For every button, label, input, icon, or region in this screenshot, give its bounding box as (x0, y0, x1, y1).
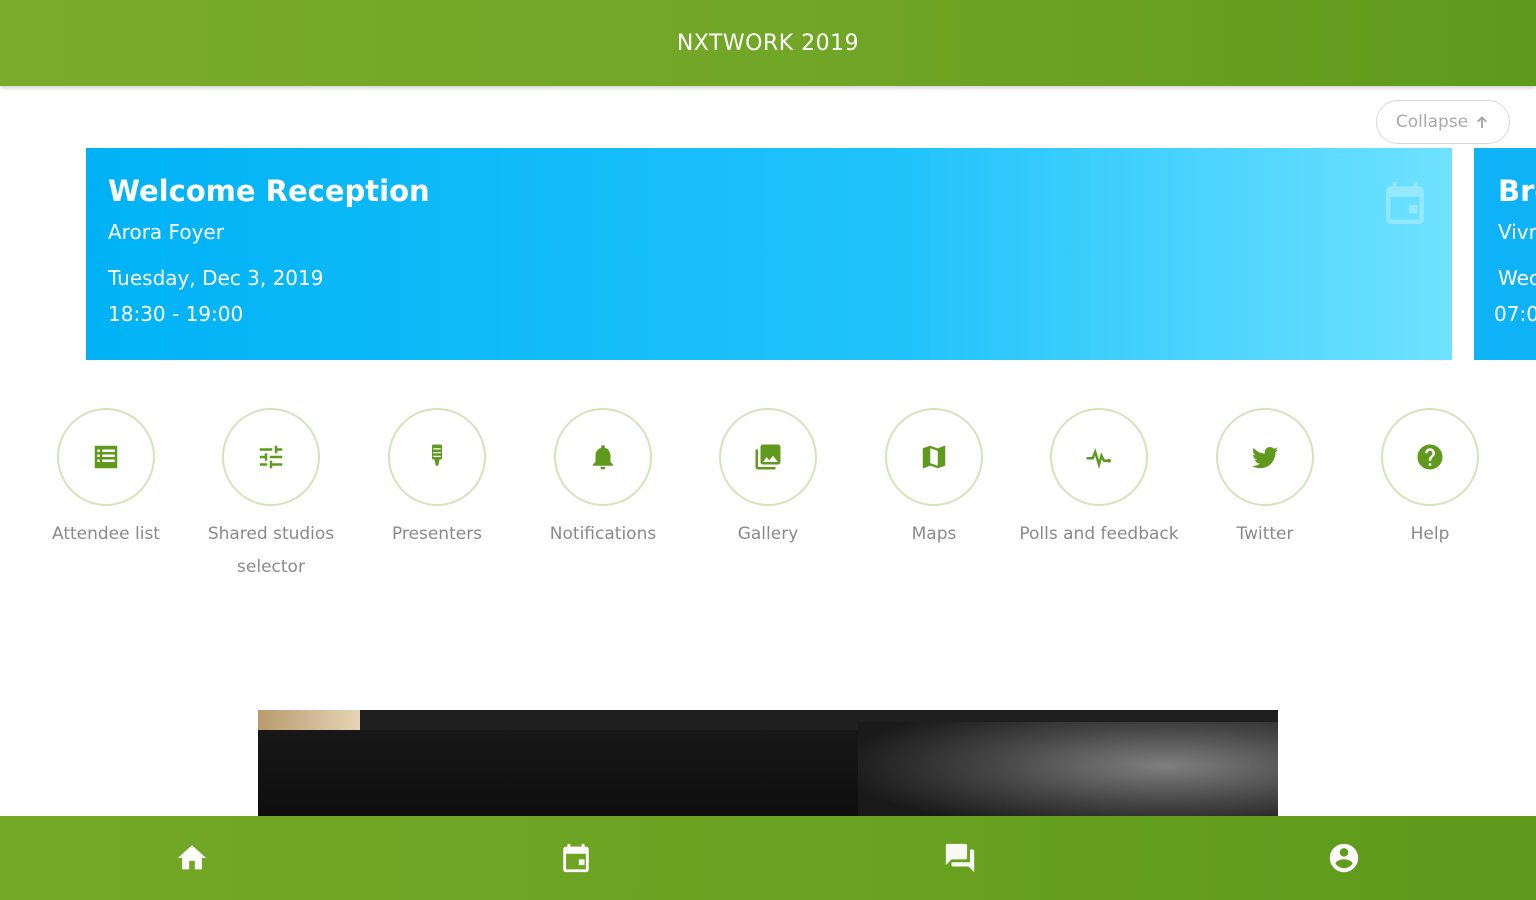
chat-icon (945, 843, 975, 873)
shortcut-circle (222, 408, 320, 506)
shortcut-gallery[interactable]: Gallery (685, 408, 851, 551)
nav-schedule[interactable] (384, 816, 768, 900)
shortcut-circle (1381, 408, 1479, 506)
event-location: Arora Foyer (108, 220, 224, 244)
help-icon (1417, 444, 1443, 470)
shortcut-twitter[interactable]: Twitter (1182, 408, 1348, 551)
event-location: Vivr (1498, 220, 1536, 244)
shortcut-label: Twitter (1236, 524, 1294, 544)
shortcut-attendee-list[interactable]: Attendee list (23, 408, 189, 551)
photo-light-area (258, 710, 360, 730)
event-title: Bre (1498, 174, 1536, 208)
bell-icon (593, 445, 613, 470)
shortcut-presenters[interactable]: Presenters (354, 408, 520, 551)
twitter-icon (1251, 447, 1279, 469)
home-icon (177, 845, 207, 870)
shortcut-help[interactable]: Help (1347, 408, 1513, 551)
collapse-label: Collapse (1395, 112, 1469, 132)
event-title: Welcome Reception (108, 174, 430, 208)
shortcut-circle (57, 408, 155, 506)
shortcut-circle (388, 408, 486, 506)
shortcut-label: Attendee list (52, 524, 160, 544)
map-icon (922, 445, 946, 469)
shortcut-circle (1216, 408, 1314, 506)
shortcut-circle (719, 408, 817, 506)
arrow-up-icon (1477, 116, 1488, 128)
featured-photo[interactable] (258, 710, 1278, 820)
shortcut-circle (1050, 408, 1148, 506)
nav-home[interactable] (0, 816, 384, 900)
app-bar: NXTWORK 2019 (0, 0, 1536, 86)
app-title: NXTWORK 2019 (676, 30, 860, 56)
nav-profile[interactable] (1152, 816, 1536, 900)
collapse-button[interactable]: Collapse (1376, 100, 1510, 144)
shortcut-notifications[interactable]: Notifications (520, 408, 686, 551)
event-card-next[interactable]: Bre Vivr Wec 07:0 (1474, 148, 1536, 360)
event-date: Tuesday, Dec 3, 2019 (108, 266, 324, 290)
calendar-icon (1386, 182, 1424, 224)
pulse-icon (1086, 448, 1111, 469)
shortcut-label: Presenters (391, 524, 483, 544)
shortcut-label: Shared studios selector (207, 524, 335, 577)
shortcut-maps[interactable]: Maps (851, 408, 1017, 551)
nav-chat[interactable] (768, 816, 1152, 900)
event-card[interactable]: Welcome Reception Arora Foyer Tuesday, D… (86, 148, 1452, 360)
photo-sofa-area (858, 722, 1278, 820)
shortcut-polls-feedback[interactable]: Polls and feedback (1016, 408, 1182, 551)
shortcut-circle (554, 408, 652, 506)
shortcut-label: Gallery (737, 524, 799, 544)
list-icon (94, 445, 118, 469)
calendar-icon (563, 843, 589, 873)
bottom-nav (0, 816, 1536, 900)
shortcut-grid: Attendee list Shared studios selector Pr… (0, 408, 1536, 598)
account-icon (1329, 843, 1359, 873)
microphone-icon (432, 444, 442, 466)
shortcut-label: Help (1410, 524, 1450, 544)
event-time: 07:0 (1494, 302, 1536, 326)
sliders-icon (259, 445, 283, 469)
shortcut-label: Polls and feedback (1019, 524, 1179, 544)
gallery-icon (755, 444, 781, 470)
shortcut-circle (885, 408, 983, 506)
event-date: Wec (1498, 266, 1536, 290)
shortcut-label: Maps (911, 524, 957, 544)
shortcut-shared-studios[interactable]: Shared studios selector (188, 408, 354, 584)
shortcut-label: Notifications (549, 524, 657, 544)
event-time: 18:30 - 19:00 (108, 302, 244, 326)
